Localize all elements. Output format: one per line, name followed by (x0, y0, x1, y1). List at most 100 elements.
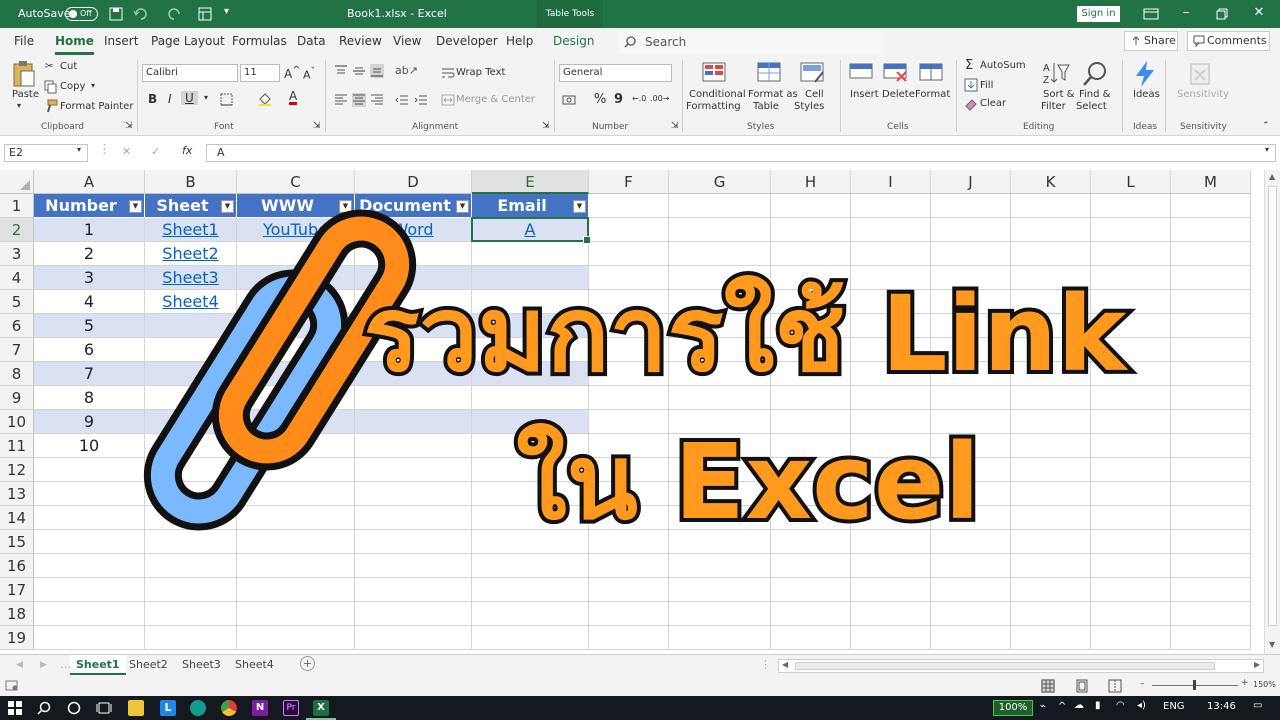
autosave-toggle[interactable]: Off (65, 7, 98, 21)
tab-home[interactable]: Home (55, 34, 94, 55)
premiere-pro-icon[interactable]: Pr (283, 700, 299, 716)
scroll-right-icon[interactable]: ▶ (1254, 660, 1260, 669)
cell-d14[interactable] (355, 506, 472, 530)
customize-qat-icon[interactable]: ▾ (224, 6, 229, 17)
cell-g2[interactable] (669, 218, 771, 242)
cell-m6[interactable] (1171, 314, 1251, 338)
cell-i8[interactable] (851, 362, 931, 386)
cell-k18[interactable] (1011, 602, 1091, 626)
cell-f16[interactable] (589, 554, 669, 578)
row-header-9[interactable]: 9 (0, 386, 34, 410)
cell-b13[interactable] (145, 482, 237, 506)
underline-dropdown-icon[interactable]: ▾ (204, 93, 208, 102)
clock[interactable]: 13:46 (1207, 701, 1236, 712)
cell-c7[interactable] (237, 338, 355, 362)
sheet-tab-1[interactable]: Sheet1 (70, 655, 126, 675)
cell-l4[interactable] (1091, 266, 1171, 290)
cell-i17[interactable] (851, 578, 931, 602)
cell-c19[interactable] (237, 626, 355, 650)
windows-start-icon[interactable] (8, 701, 22, 715)
cell-e5[interactable] (472, 290, 589, 314)
cell-l7[interactable] (1091, 338, 1171, 362)
comments-button[interactable]: Comments (1187, 31, 1270, 51)
conditional-formatting-button-line2[interactable]: Formatting (686, 101, 741, 112)
expand-formula-bar-icon[interactable]: ▾ (1265, 145, 1269, 154)
cell-k4[interactable] (1011, 266, 1091, 290)
cell-m16[interactable] (1171, 554, 1251, 578)
fill-color-icon[interactable] (258, 92, 272, 106)
filter-dropdown-icon[interactable]: ▼ (129, 200, 142, 213)
middle-align-icon[interactable] (352, 64, 366, 78)
cell-a13[interactable] (34, 482, 145, 506)
cell-j1[interactable] (931, 194, 1011, 218)
cell-l3[interactable] (1091, 242, 1171, 266)
bottom-align-icon[interactable] (370, 64, 384, 78)
align-center-icon[interactable] (352, 93, 366, 107)
cell-e17[interactable] (472, 578, 589, 602)
cell-b10[interactable] (145, 410, 237, 434)
cell-h13[interactable] (771, 482, 851, 506)
cell-k14[interactable] (1011, 506, 1091, 530)
shrink-font-icon[interactable]: Aˇ (303, 66, 315, 82)
italic-button[interactable]: I (168, 92, 172, 106)
cell-f7[interactable] (589, 338, 669, 362)
cell-c13[interactable] (237, 482, 355, 506)
cell-l19[interactable] (1091, 626, 1171, 650)
cell-c14[interactable] (237, 506, 355, 530)
cell-f13[interactable] (589, 482, 669, 506)
cell-f17[interactable] (589, 578, 669, 602)
clear-button[interactable]: Clear (980, 98, 1006, 109)
cell-k19[interactable] (1011, 626, 1091, 650)
cell-b8[interactable] (145, 362, 237, 386)
cell-f5[interactable] (589, 290, 669, 314)
cell-c11[interactable] (237, 434, 355, 458)
cell-c16[interactable] (237, 554, 355, 578)
cell-i12[interactable] (851, 458, 931, 482)
cell-m1[interactable] (1171, 194, 1251, 218)
row-header-14[interactable]: 14 (0, 506, 34, 530)
align-left-icon[interactable] (334, 93, 348, 107)
cell-g18[interactable] (669, 602, 771, 626)
cell-a6[interactable]: 5 (34, 314, 145, 338)
cell-j14[interactable] (931, 506, 1011, 530)
cell-j11[interactable] (931, 434, 1011, 458)
cell-c10[interactable] (237, 410, 355, 434)
increase-indent-icon[interactable] (414, 93, 428, 107)
cell-l6[interactable] (1091, 314, 1171, 338)
row-header-18[interactable]: 18 (0, 602, 34, 626)
scroll-down-icon[interactable]: ▼ (1269, 640, 1275, 649)
cell-l1[interactable] (1091, 194, 1171, 218)
cell-b17[interactable] (145, 578, 237, 602)
cell-m19[interactable] (1171, 626, 1251, 650)
macro-record-icon[interactable] (5, 679, 19, 693)
row-header-10[interactable]: 10 (0, 410, 34, 434)
cell-i3[interactable] (851, 242, 931, 266)
excel-taskbar-icon[interactable]: X (313, 700, 329, 716)
clear-icon[interactable] (964, 97, 978, 111)
cell-f3[interactable] (589, 242, 669, 266)
cell-m17[interactable] (1171, 578, 1251, 602)
close-icon[interactable]: ✕ (1251, 5, 1267, 21)
cell-h2[interactable] (771, 218, 851, 242)
cell-d5[interactable] (355, 290, 472, 314)
cell-l18[interactable] (1091, 602, 1171, 626)
cell-g17[interactable] (669, 578, 771, 602)
format-cells-button[interactable]: Format (915, 89, 950, 100)
cell-g7[interactable] (669, 338, 771, 362)
form-icon[interactable] (198, 7, 212, 21)
cell-j9[interactable] (931, 386, 1011, 410)
cell-k10[interactable] (1011, 410, 1091, 434)
table-header-www[interactable]: WWW ▼ (237, 194, 355, 218)
column-header-g[interactable]: G (669, 170, 771, 194)
collapse-ribbon-icon[interactable]: ⌃ (1262, 121, 1270, 131)
normal-view-icon[interactable] (1041, 679, 1055, 693)
sensitivity-icon[interactable] (1186, 60, 1214, 88)
cell-j6[interactable] (931, 314, 1011, 338)
cell-g6[interactable] (669, 314, 771, 338)
cell-j15[interactable] (931, 530, 1011, 554)
worksheet-grid[interactable]: A B C D E F G H I J K L M 1 Number ▼ Sheet ▼ WWW ▼ Document ▼… (0, 170, 1264, 654)
wifi-icon[interactable]: ◠ (1116, 700, 1125, 711)
table-header-document[interactable]: Document ▼ (355, 194, 472, 218)
cell-c18[interactable] (237, 602, 355, 626)
row-header-5[interactable]: 5 (0, 290, 34, 314)
